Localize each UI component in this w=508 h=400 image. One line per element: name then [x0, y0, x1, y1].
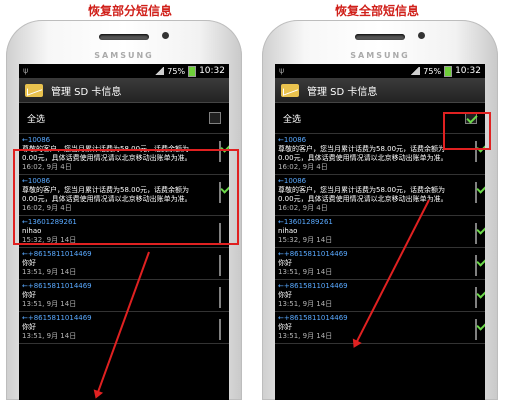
message-checkbox[interactable]: [475, 223, 477, 244]
app-header: 管理 SD 卡信息: [19, 78, 229, 103]
battery-percent: 75%: [423, 66, 442, 76]
message-sender: ←+8615811014469: [22, 314, 92, 322]
message-sender: ←10086: [278, 136, 307, 144]
message-date: 13:51, 9月 14日: [278, 300, 333, 308]
message-checkbox[interactable]: [475, 182, 477, 203]
front-camera: [418, 32, 425, 39]
speaker-grille: [99, 34, 149, 40]
message-sender: ←+8615811014469: [278, 250, 348, 258]
message-date: 13:51, 9月 14日: [22, 300, 77, 308]
message-checkbox[interactable]: [475, 287, 477, 308]
signal-icon: [410, 67, 421, 75]
highlight-selected-messages: [13, 149, 239, 245]
message-date: 13:51, 9月 14日: [22, 268, 77, 276]
message-sender: ←13601289261: [278, 218, 333, 226]
app-title: 管理 SD 卡信息: [51, 86, 122, 98]
front-camera: [162, 32, 169, 39]
highlight-select-all-checkbox: [443, 112, 491, 150]
envelope-icon: [281, 83, 299, 97]
phone-right: SAMSUNG ψ 75% 10:32 管理 SD 卡信息 全选 ←10086 尊敬的客户，您…: [262, 20, 498, 400]
message-checkbox[interactable]: [219, 319, 221, 340]
message-item[interactable]: ←+8615811014469 你好 13:51, 9月 14日: [275, 248, 485, 280]
message-checkbox[interactable]: [219, 255, 221, 276]
message-date: 13:51, 9月 14日: [22, 332, 77, 340]
app-title: 管理 SD 卡信息: [307, 86, 378, 98]
status-bar: ψ 75% 10:32: [19, 64, 229, 78]
select-all-row[interactable]: 全选: [19, 103, 229, 134]
message-item[interactable]: ←+8615811014469 你好 13:51, 9月 14日: [19, 280, 229, 312]
message-body: 你好: [278, 259, 292, 267]
caption-partial-restore: 恢复部分短信息: [88, 4, 173, 18]
message-date: 16:02, 9月 4日: [278, 163, 328, 171]
message-item[interactable]: ←+8615811014469 你好 13:51, 9月 14日: [275, 312, 485, 344]
message-checkbox[interactable]: [219, 287, 221, 308]
message-checkbox[interactable]: [475, 319, 477, 340]
select-all-label: 全选: [283, 114, 302, 125]
envelope-icon: [25, 83, 43, 97]
message-item[interactable]: ←+8615811014469 你好 13:51, 9月 14日: [19, 248, 229, 280]
message-sender: ←+8615811014469: [278, 282, 348, 290]
message-date: 16:02, 9月 4日: [278, 204, 328, 212]
message-sender: ←10086: [278, 177, 307, 185]
message-date: 13:51, 9月 14日: [278, 268, 333, 276]
message-date: 15:32, 9月 14日: [278, 236, 333, 244]
app-header: 管理 SD 卡信息: [275, 78, 485, 103]
select-all-checkbox[interactable]: [209, 112, 221, 124]
message-sender: ←10086: [22, 136, 51, 144]
message-body: 你好: [22, 259, 36, 267]
message-body: 你好: [278, 291, 292, 299]
clock: 10:32: [455, 66, 481, 76]
battery-percent: 75%: [167, 66, 186, 76]
usb-icon: ψ: [279, 66, 285, 75]
brand-logo: SAMSUNG: [350, 51, 410, 60]
signal-icon: [154, 67, 165, 75]
message-body: 你好: [278, 323, 292, 331]
message-body: 尊敬的客户，您当月累计话费为58.00元，话费余额为0.00元，具体话费使用情况…: [278, 186, 448, 203]
select-all-label: 全选: [27, 114, 46, 125]
message-body: 你好: [22, 323, 36, 331]
message-body: 你好: [22, 291, 36, 299]
usb-icon: ψ: [23, 66, 29, 75]
message-item[interactable]: ←13601289261 nihao 15:32, 9月 14日: [275, 216, 485, 248]
message-sender: ←+8615811014469: [22, 282, 92, 290]
battery-icon: [188, 65, 197, 77]
message-item[interactable]: ←10086 尊敬的客户，您当月累计话费为58.00元，话费余额为0.00元，具体…: [275, 175, 485, 216]
brand-logo: SAMSUNG: [94, 51, 154, 60]
clock: 10:32: [199, 66, 225, 76]
message-checkbox[interactable]: [475, 255, 477, 276]
message-date: 13:51, 9月 14日: [278, 332, 333, 340]
speaker-grille: [355, 34, 405, 40]
battery-icon: [444, 65, 453, 77]
message-body: nihao: [278, 227, 298, 235]
caption-full-restore: 恢复全部短信息: [335, 4, 420, 18]
status-bar: ψ 75% 10:32: [275, 64, 485, 78]
message-sender: ←+8615811014469: [22, 250, 92, 258]
message-body: 尊敬的客户，您当月累计话费为58.00元，话费余额为0.00元，具体话费使用情况…: [278, 145, 448, 162]
